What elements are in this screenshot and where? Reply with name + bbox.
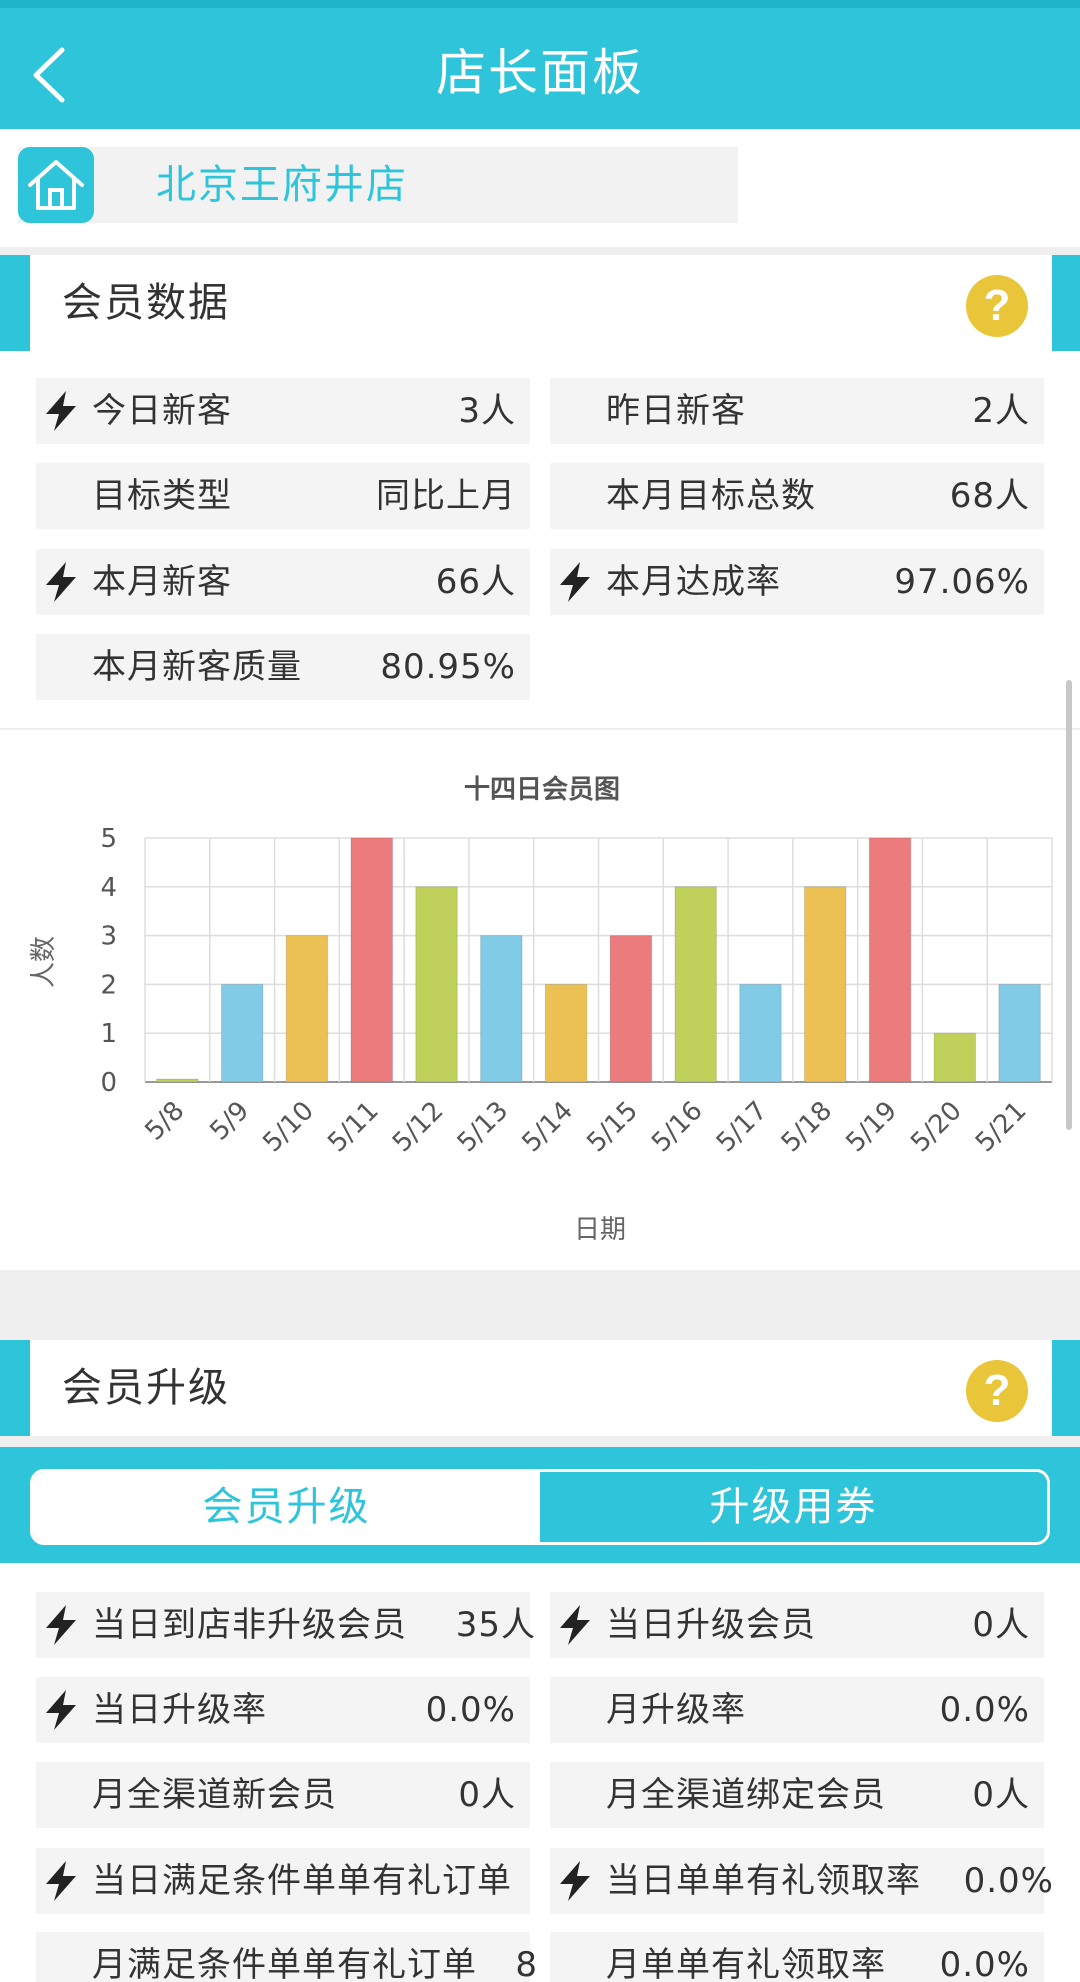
store-name: 北京王府井店 xyxy=(156,162,408,208)
stat-month-upgrade-rate: 月升级率 0.0% xyxy=(550,1677,1044,1743)
chart-title: 十四日会员图 xyxy=(464,775,620,805)
stat-target-type: 目标类型 同比上月 xyxy=(36,463,530,529)
y-tick-label: 5 xyxy=(100,824,117,854)
divider xyxy=(0,247,1080,255)
accent-bar xyxy=(0,1340,30,1436)
divider xyxy=(0,1270,1080,1340)
home-icon[interactable] xyxy=(18,147,94,223)
divider xyxy=(0,1436,1080,1447)
stat-day-nonupgrade: 当日到店非升级会员 35人 xyxy=(36,1592,535,1658)
bar-5-13 xyxy=(480,935,523,1083)
bar-5-21 xyxy=(998,983,1041,1083)
tab-upgrade-coupon[interactable]: 升级用券 xyxy=(540,1472,1047,1542)
x-tick-label: 5/21 xyxy=(970,1096,1033,1159)
stat-month-gift-orders: 月满足条件单单有礼订单 8 xyxy=(36,1932,537,1982)
bar-5-18 xyxy=(804,886,847,1083)
bolt-icon xyxy=(46,1690,76,1730)
top-bar: 店长面板 xyxy=(0,0,1080,129)
stat-day-upgrade-rate: 当日升级率 0.0% xyxy=(36,1677,530,1743)
tab-member-upgrade[interactable]: 会员升级 xyxy=(33,1472,540,1542)
stat-month-bound-members: 月全渠道绑定会员 0人 xyxy=(550,1762,1044,1828)
bar-5-14 xyxy=(544,983,588,1083)
x-tick-label: 5/16 xyxy=(646,1096,709,1159)
accent-bar xyxy=(0,255,30,351)
x-tick-label: 5/8 xyxy=(140,1096,191,1147)
bolt-icon xyxy=(560,562,590,602)
bar-5-12 xyxy=(415,886,458,1083)
stat-day-gift-rate: 当日单单有礼领取率 0.0% xyxy=(550,1848,1053,1914)
member-upgrade-header: 会员升级 ? xyxy=(0,1340,1080,1436)
member-chart: 十四日会员图 人数 日期 0 1 2 3 4 5 5/8 5/9 5/10 5/11 5/12 5/1… xyxy=(0,730,1080,1270)
bolt-icon xyxy=(46,391,76,431)
bolt-icon xyxy=(46,1605,76,1645)
bolt-icon xyxy=(560,1605,590,1645)
stat-month-quality: 本月新客质量 80.95% xyxy=(36,634,530,700)
x-tick-label: 5/12 xyxy=(387,1096,450,1159)
segmented-control: 会员升级 升级用券 xyxy=(30,1469,1050,1545)
accent-bar xyxy=(1052,255,1080,351)
store-row: 北京王府井店 xyxy=(0,129,1080,247)
bar-5-19 xyxy=(868,837,912,1083)
scrollbar[interactable] xyxy=(1066,680,1072,1130)
x-tick-label: 5/11 xyxy=(322,1096,385,1159)
x-tick-label: 5/20 xyxy=(905,1096,968,1159)
x-tick-label: 5/13 xyxy=(452,1096,515,1159)
x-tick-label: 5/17 xyxy=(711,1096,774,1159)
y-tick-label: 1 xyxy=(100,1019,117,1049)
stat-month-target: 本月目标总数 68人 xyxy=(550,463,1044,529)
help-icon[interactable]: ? xyxy=(966,275,1028,337)
bar-5-8 xyxy=(156,1078,199,1083)
stat-day-upgraded: 当日升级会员 0人 xyxy=(550,1592,1044,1658)
x-tick-label: 5/9 xyxy=(204,1096,255,1147)
bar-5-9 xyxy=(220,983,264,1083)
x-tick-label: 5/15 xyxy=(581,1096,644,1159)
bolt-icon xyxy=(46,1861,76,1901)
x-tick-label: 5/18 xyxy=(776,1096,839,1159)
stat-day-gift-orders: 当日满足条件单单有礼订单 xyxy=(36,1848,530,1914)
bar-5-15 xyxy=(609,935,653,1083)
bolt-icon xyxy=(46,562,76,602)
bar-chart: 十四日会员图 人数 日期 0123455/8 5/9 5/10 5/11 5/12 5/1… xyxy=(29,775,1053,1245)
x-tick-label: 5/14 xyxy=(517,1096,580,1159)
bar-5-17 xyxy=(739,983,782,1083)
page-title: 店长面板 xyxy=(436,44,644,102)
y-tick-label: 2 xyxy=(100,970,117,1000)
tab-bar: 会员升级 升级用券 xyxy=(0,1447,1080,1563)
bar-5-16 xyxy=(674,886,717,1083)
y-tick-label: 0 xyxy=(100,1068,117,1098)
stat-month-rate: 本月达成率 97.06% xyxy=(550,549,1044,615)
x-axis-label: 日期 xyxy=(574,1215,626,1245)
x-tick-label: 5/19 xyxy=(840,1096,903,1159)
y-tick-label: 3 xyxy=(100,922,117,952)
y-axis-label: 人数 xyxy=(29,936,59,988)
accent-bar xyxy=(1052,1340,1080,1436)
stat-month-gift-rate: 月单单有礼领取率 0.0% xyxy=(550,1932,1044,1982)
member-data-header: 会员数据 ? xyxy=(0,255,1080,351)
y-tick-label: 4 xyxy=(100,873,117,903)
bar-5-11 xyxy=(350,837,393,1083)
bar-5-10 xyxy=(285,935,329,1083)
help-icon[interactable]: ? xyxy=(966,1360,1028,1422)
stat-today-new: 今日新客 3人 xyxy=(36,378,530,444)
stat-month-new-members: 月全渠道新会员 0人 xyxy=(36,1762,530,1828)
stat-yesterday-new: 昨日新客 2人 xyxy=(550,378,1044,444)
bolt-icon xyxy=(560,1861,590,1901)
x-tick-label: 5/10 xyxy=(257,1096,320,1159)
bar-5-20 xyxy=(933,1032,977,1083)
stat-month-new: 本月新客 66人 xyxy=(36,549,530,615)
section-title: 会员数据 xyxy=(62,280,230,326)
store-selector[interactable]: 北京王府井店 xyxy=(18,147,738,223)
section-title: 会员升级 xyxy=(62,1365,230,1411)
